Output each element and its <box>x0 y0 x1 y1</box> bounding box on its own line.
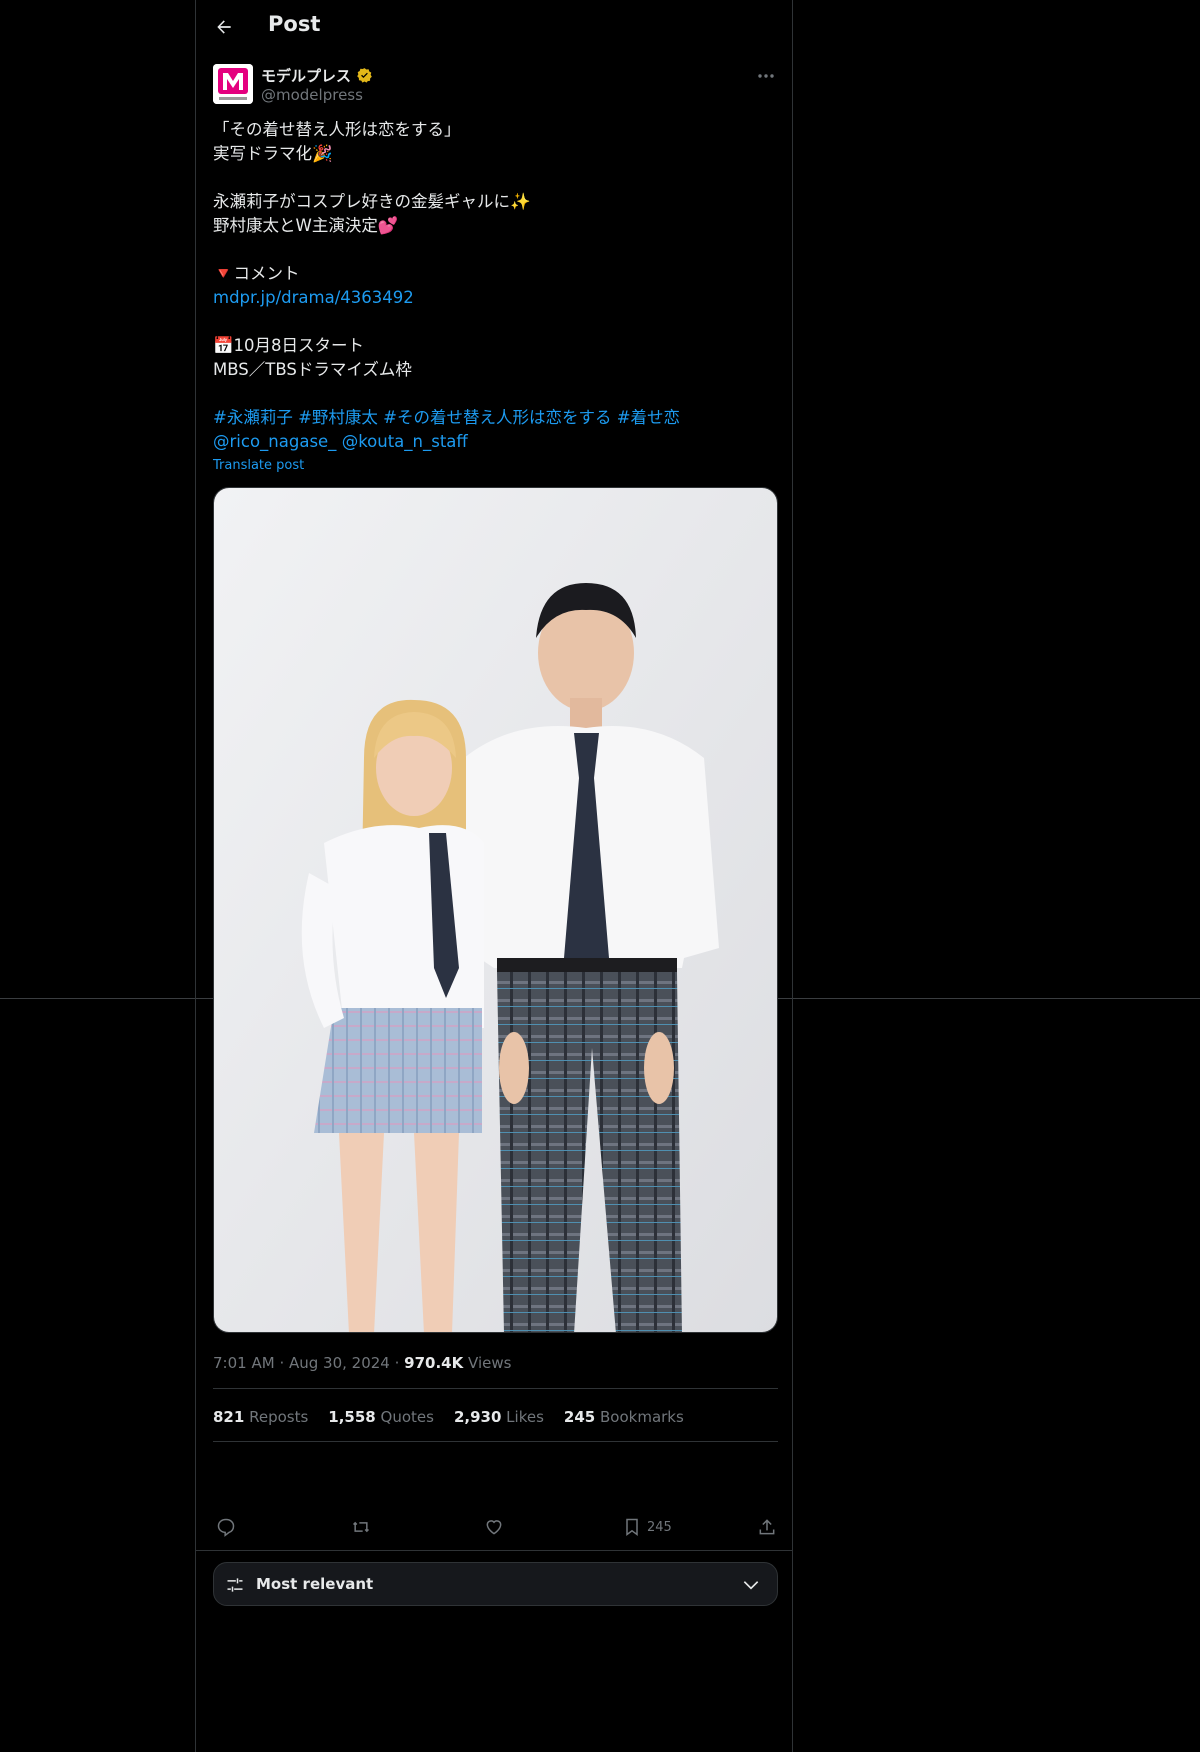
stat-reposts[interactable]: 821 Reposts <box>213 1408 308 1426</box>
divider <box>196 1550 792 1551</box>
post-date[interactable]: Aug 30, 2024 <box>289 1354 390 1372</box>
post-header: Post <box>196 0 792 54</box>
repost-icon <box>352 1521 370 1533</box>
post-line: 野村康太とW主演決定💕 <box>213 216 399 235</box>
stat-likes[interactable]: 2,930 Likes <box>454 1408 544 1426</box>
share-icon <box>759 1519 775 1535</box>
back-arrow-icon <box>217 20 231 34</box>
heart-icon <box>486 1520 502 1535</box>
views-count: 970.4K <box>404 1354 464 1372</box>
post-photo[interactable] <box>213 487 778 1333</box>
sliders-icon <box>227 1578 243 1592</box>
bookmark-count: 245 <box>647 1519 672 1535</box>
divider <box>213 1388 778 1389</box>
more-options-button[interactable] <box>753 66 779 86</box>
hashtag-link[interactable]: #野村康太 <box>298 408 378 427</box>
engagement-stats: 821 Reposts 1,558 Quotes 2,930 Likes 245… <box>213 1408 684 1426</box>
reply-button[interactable] <box>216 1514 236 1540</box>
mention-link[interactable]: @rico_nagase_ <box>213 432 336 451</box>
modelpress-logo-icon <box>213 64 253 104</box>
post-line: 📅10月8日スタート <box>213 336 365 355</box>
action-bar: 245 <box>213 1514 779 1544</box>
post-line: 🔻コメント <box>213 264 300 283</box>
repost-button[interactable] <box>350 1514 372 1540</box>
photo-two-people-image <box>214 488 777 1332</box>
views-label: Views <box>468 1354 512 1372</box>
divider <box>213 1441 778 1442</box>
sort-label: Most relevant <box>256 1575 374 1593</box>
post-line: 「その着せ替え人形は恋をする」 <box>213 120 461 139</box>
stat-bookmarks[interactable]: 245 Bookmarks <box>564 1408 684 1426</box>
more-dots-icon <box>758 74 774 78</box>
post-time[interactable]: 7:01 AM <box>213 1354 275 1372</box>
reply-sort-dropdown[interactable]: Most relevant <box>213 1562 778 1606</box>
hashtag-link[interactable]: #永瀬莉子 <box>213 408 293 427</box>
bookmark-icon <box>626 1518 638 1536</box>
author-name-row[interactable]: モデルプレス <box>261 65 373 86</box>
avatar[interactable] <box>213 64 253 104</box>
author-handle[interactable]: @modelpress <box>261 86 363 104</box>
share-button[interactable] <box>757 1514 777 1540</box>
post-text: 「その着せ替え人形は恋をする」 実写ドラマ化🎉 永瀬莉子がコスプレ好きの金髪ギャ… <box>213 118 779 454</box>
hashtag-link[interactable]: #その着せ替え人形は恋をする <box>383 408 611 427</box>
page-title: Post <box>268 12 321 36</box>
like-button[interactable] <box>484 1514 504 1540</box>
back-button[interactable] <box>211 14 237 40</box>
post-meta: 7:01 AM · Aug 30, 2024 · 970.4K Views <box>213 1354 512 1372</box>
translate-post-link[interactable]: Translate post <box>213 458 304 473</box>
post-line: MBS／TBSドラマイズム枠 <box>213 360 412 379</box>
chevron-down-icon <box>743 1581 759 1590</box>
reply-icon <box>217 1518 235 1537</box>
post-line: 永瀬莉子がコスプレ好きの金髪ギャルに✨ <box>213 192 531 211</box>
verified-badge-icon <box>357 68 372 83</box>
main-column: Post モデルプレス @modelpress 「その着せ替え人形は恋をする」 … <box>195 0 793 1752</box>
mention-link[interactable]: @kouta_n_staff <box>342 432 468 451</box>
hashtag-link[interactable]: #着せ恋 <box>617 408 680 427</box>
post-link[interactable]: mdpr.jp/drama/4363492 <box>213 288 414 307</box>
post-line: 実写ドラマ化🎉 <box>213 144 333 163</box>
author-display-name[interactable]: モデルプレス <box>261 65 351 86</box>
stat-quotes[interactable]: 1,558 Quotes <box>328 1408 434 1426</box>
bookmark-button[interactable]: 245 <box>623 1514 672 1540</box>
